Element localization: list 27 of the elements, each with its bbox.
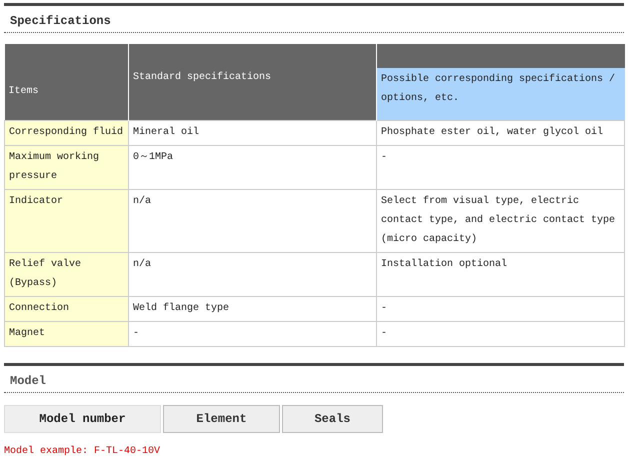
tab[interactable]: Model number bbox=[4, 405, 161, 433]
tab[interactable]: Seals bbox=[282, 405, 383, 433]
model-example: Model example: F-TL-40-10V bbox=[4, 446, 162, 457]
table-cell: - bbox=[376, 296, 624, 322]
section-heading: Specifications bbox=[9, 13, 112, 30]
column-header: Items bbox=[8, 85, 40, 99]
table-cell: - bbox=[376, 146, 624, 190]
row-label: Corresponding fluid bbox=[4, 120, 128, 146]
row-label: Connection bbox=[4, 296, 128, 322]
table-cell: Select from visual type, electric contact type, and electric contact type (micro capacity) bbox=[376, 190, 624, 252]
table-cell: Phosphate ester oil, water glycol oil bbox=[376, 120, 624, 146]
table-cell: Weld flange type bbox=[128, 296, 376, 322]
table-cell: n/a bbox=[128, 190, 376, 252]
column-header: Standard specifications bbox=[132, 70, 272, 85]
tab[interactable]: Element bbox=[163, 405, 280, 433]
table-cell: 0～1MPa bbox=[128, 146, 376, 190]
row-label: Maximum working pressure bbox=[4, 146, 128, 190]
row-label: Relief valve (Bypass) bbox=[4, 252, 128, 296]
table-cell: - bbox=[376, 322, 624, 346]
table-cell: Mineral oil bbox=[128, 120, 376, 146]
table-cell: Installation optional bbox=[376, 252, 624, 296]
column-header: Possible corresponding specifications / options, etc. bbox=[377, 68, 624, 120]
row-label: Magnet bbox=[4, 322, 128, 346]
row-label: Indicator bbox=[4, 190, 128, 252]
table-cell: n/a bbox=[128, 252, 376, 296]
section-heading: Model bbox=[9, 373, 48, 390]
table-cell: - bbox=[128, 322, 376, 346]
